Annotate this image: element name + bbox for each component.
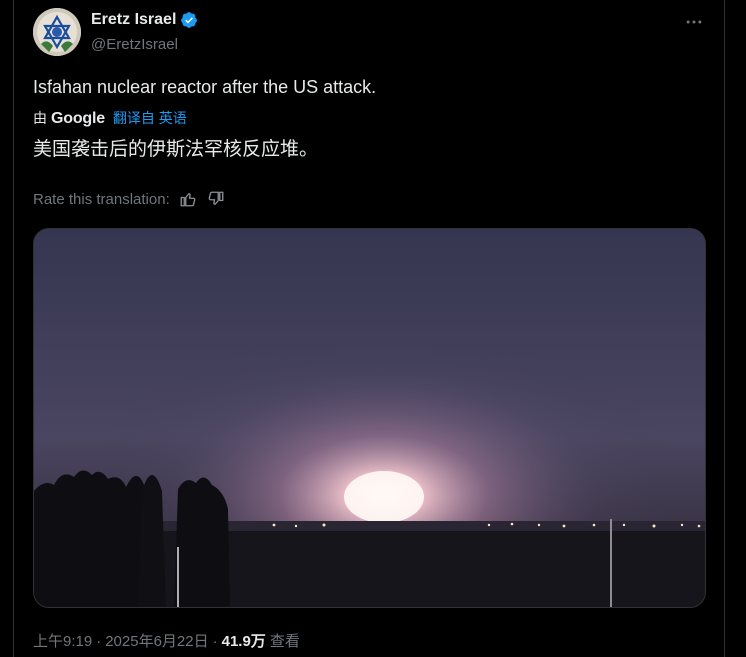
tweet-time[interactable]: 上午9:19 xyxy=(33,630,92,651)
tweet-media-video[interactable] xyxy=(33,228,706,608)
thumbs-up-icon xyxy=(180,193,196,207)
rate-translation-row: Rate this translation: xyxy=(33,189,226,209)
avatar-image xyxy=(33,8,81,56)
thumbs-down-icon xyxy=(208,191,224,205)
translation-attribution: 由 Google 翻译自 英语 xyxy=(33,108,187,128)
video-frame-image xyxy=(34,229,705,607)
avatar[interactable] xyxy=(33,8,81,56)
translated-text: 美国袭击后的伊斯法罕核反应堆。 xyxy=(33,139,319,160)
tweet-meta: 上午9:19 · 2025年6月22日 · 41.9万 查看 xyxy=(33,630,300,651)
rate-translation-label: Rate this translation: xyxy=(33,190,170,208)
thumbs-down-button[interactable] xyxy=(206,189,226,209)
views-count: 41.9万 xyxy=(221,633,266,650)
display-name[interactable]: Eretz Israel xyxy=(91,11,176,29)
author-handle[interactable]: @EretzIsrael xyxy=(91,36,178,53)
google-logo: Google xyxy=(51,110,105,127)
tweet-text: Isfahan nuclear reactor after the US att… xyxy=(33,77,377,97)
author-name-row[interactable]: Eretz Israel xyxy=(91,11,198,29)
more-icon xyxy=(686,20,702,24)
more-button[interactable] xyxy=(682,10,706,34)
thumbs-up-button[interactable] xyxy=(178,189,198,209)
translated-from-link[interactable]: 翻译自 英语 xyxy=(113,108,187,128)
meta-separator: · xyxy=(96,633,102,650)
verified-badge-icon xyxy=(181,12,198,28)
translation-by-label: 由 xyxy=(33,110,47,126)
tweet-date[interactable]: 2025年6月22日 xyxy=(105,630,208,651)
meta-separator: · xyxy=(212,633,218,650)
views-label: 查看 xyxy=(269,633,300,650)
